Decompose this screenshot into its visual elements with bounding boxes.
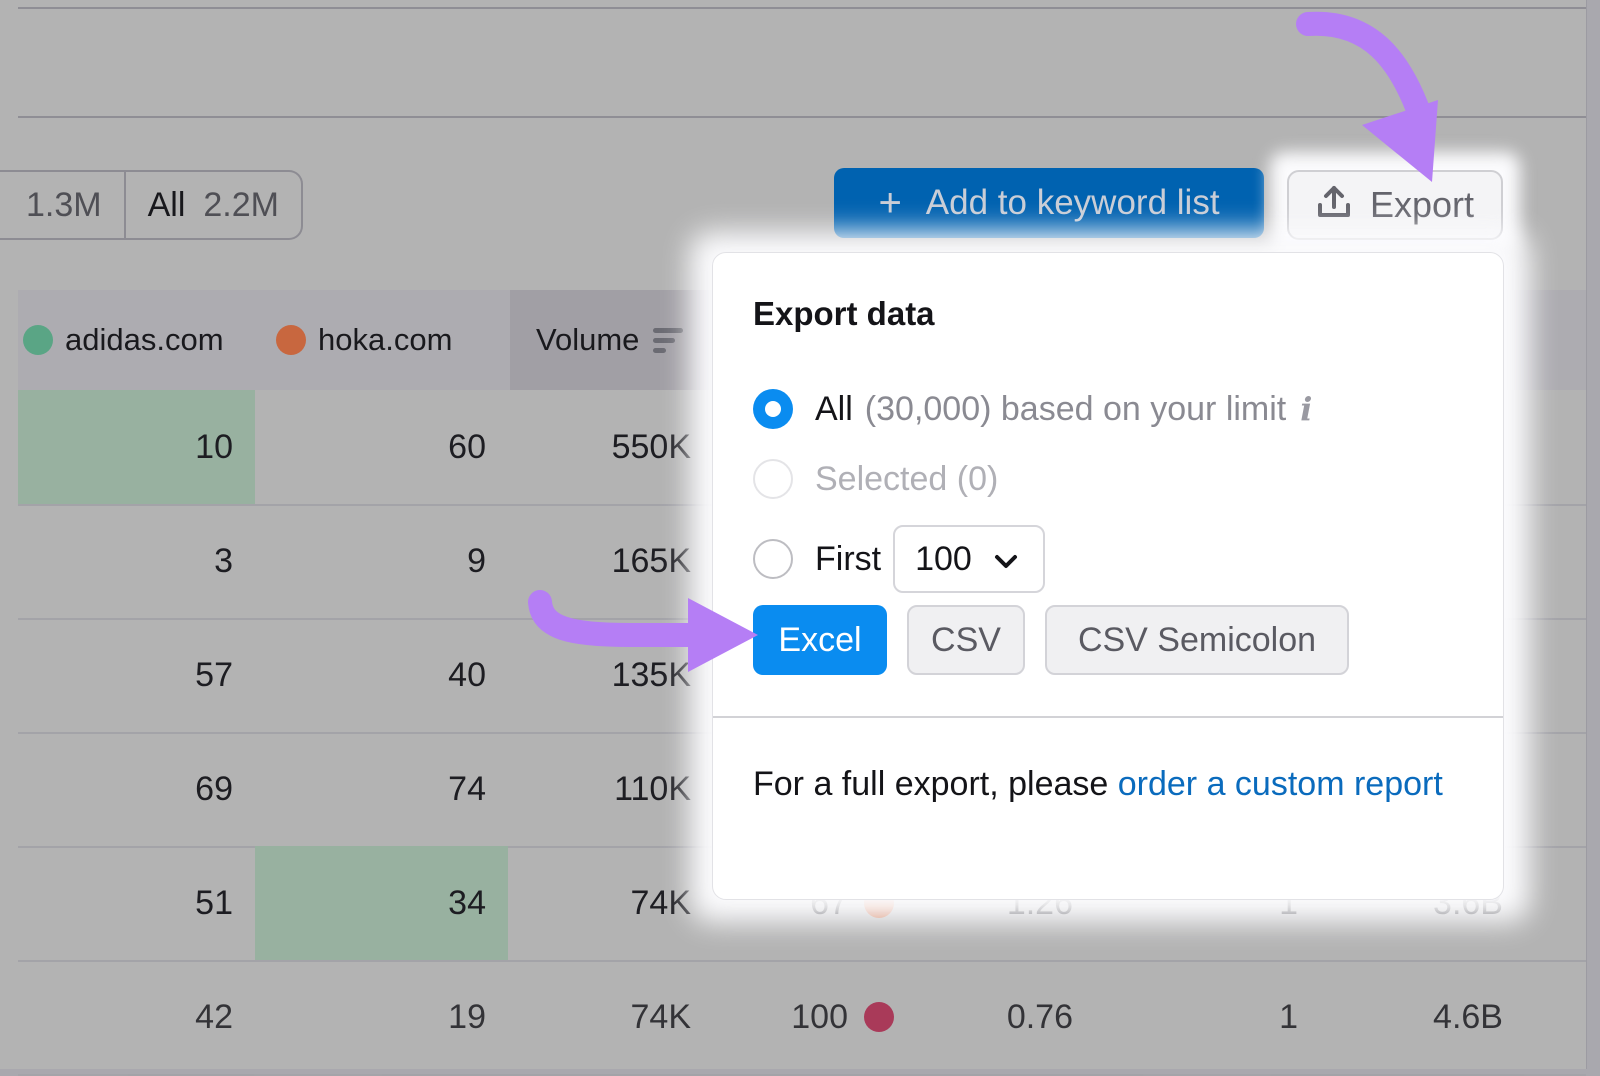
cell-volume: 74K: [508, 960, 692, 1074]
divider: [18, 7, 1586, 9]
cell-adidas-position: 69: [18, 732, 255, 846]
option-label: Selected (0): [815, 459, 999, 498]
cell-hoka-position: 74: [255, 732, 508, 846]
cell-volume: 550K: [508, 390, 691, 504]
cell-adidas-position: 10: [18, 390, 255, 504]
option-label: All: [815, 389, 853, 428]
csv-semicolon-button[interactable]: CSV Semicolon: [1045, 605, 1349, 675]
cell-value: 40: [448, 655, 486, 694]
cell-value: 69: [195, 769, 233, 808]
cell-hoka-position: 9: [255, 504, 508, 618]
excel-button[interactable]: Excel: [753, 605, 887, 675]
cell-results: 4.6B: [1398, 960, 1503, 1074]
column-header-volume[interactable]: Volume: [536, 290, 684, 390]
column-label: hoka.com: [318, 322, 453, 357]
segment-count: 2.2M: [203, 185, 279, 224]
cell-adidas-position: 57: [18, 618, 255, 732]
cell-keyword-difficulty: 100: [708, 960, 848, 1074]
radio-first[interactable]: [753, 539, 793, 579]
format-buttons: Excel CSV CSV Semicolon: [753, 605, 1349, 675]
export-button[interactable]: Export: [1287, 170, 1503, 240]
footnote-text: For a full export, please: [753, 765, 1118, 803]
cell-value: 10: [195, 427, 233, 466]
divider: [713, 716, 1503, 718]
upload-icon: [1316, 183, 1352, 228]
cell-hoka-position: 60: [255, 390, 508, 504]
cell-hoka-position: 34: [255, 846, 508, 960]
segment-label: All: [147, 185, 186, 224]
cell-adidas-position: 42: [18, 960, 255, 1074]
cell-value: 165K: [611, 541, 691, 580]
cell-value: 100: [791, 997, 848, 1036]
cell-value: 550K: [611, 427, 691, 466]
cell-value: 110K: [614, 769, 691, 808]
segment-option-all[interactable]: All 2.2M: [123, 172, 301, 238]
radio-all[interactable]: [753, 389, 793, 429]
cell-volume: 110K: [508, 732, 691, 846]
cell-hoka-position: 19: [255, 960, 508, 1074]
cell-hoka-position: 40: [255, 618, 508, 732]
cell-value: 3: [214, 541, 233, 580]
table-row[interactable]: 42 19 74K 100 0.76 1 4.6B: [18, 960, 1586, 1076]
cell-adidas-position: 51: [18, 846, 255, 960]
popup-title: Export data: [753, 295, 935, 332]
radio-selected: [753, 459, 793, 499]
export-label: Export: [1369, 184, 1475, 225]
cell-volume: 165K: [508, 504, 691, 618]
cell-value: 57: [195, 655, 233, 694]
cell-value: 19: [448, 997, 486, 1036]
cell-value: 135K: [611, 655, 691, 694]
cell-value: 74: [448, 769, 486, 808]
export-data-popup: Export data All (30,000) based on your l…: [712, 252, 1504, 900]
first-count-select[interactable]: 100: [893, 525, 1046, 593]
cell-adidas-position: 3: [18, 504, 255, 618]
cell-competition: 1: [1218, 960, 1298, 1074]
option-all[interactable]: All (30,000) based on your limit i: [753, 389, 1312, 429]
cell-volume: 135K: [508, 618, 691, 732]
column-header-adidas[interactable]: adidas.com: [23, 290, 224, 390]
cell-value: 0.76: [1006, 997, 1073, 1036]
cell-value: 34: [448, 883, 486, 922]
add-to-keyword-list-button[interactable]: + Add to keyword list: [834, 168, 1264, 238]
domain-color-dot: [23, 325, 53, 355]
option-label: First: [815, 539, 882, 578]
add-button-label: Add to keyword list: [925, 183, 1220, 222]
cell-value: 74K: [630, 997, 692, 1036]
column-label: Volume: [536, 322, 640, 357]
cell-value: 42: [195, 997, 233, 1036]
select-value: 100: [915, 539, 972, 578]
plus-icon: +: [878, 180, 902, 225]
domain-color-dot: [276, 325, 306, 355]
chevron-down-icon: [994, 540, 1018, 579]
cell-value: 1: [1279, 997, 1298, 1036]
full-export-note: For a full export, please order a custom…: [753, 759, 1453, 810]
cell-volume: 74K: [508, 846, 692, 960]
cell-cpc: 0.76: [918, 960, 1073, 1074]
difficulty-dot: [864, 1002, 894, 1032]
segment-count: 1.3M: [26, 185, 102, 224]
column-header-hoka[interactable]: hoka.com: [276, 290, 452, 390]
option-first[interactable]: First 100: [753, 525, 1046, 593]
column-label: adidas.com: [65, 322, 224, 357]
sort-icon[interactable]: [653, 327, 684, 353]
cell-value: 60: [448, 427, 486, 466]
order-custom-report-link[interactable]: order a custom report: [1118, 765, 1443, 803]
info-icon[interactable]: i: [1300, 390, 1312, 428]
option-detail: (30,000) based on your limit: [864, 389, 1287, 428]
csv-button[interactable]: CSV: [907, 605, 1025, 675]
cell-value: 4.6B: [1433, 997, 1503, 1036]
cell-value: 74K: [630, 883, 692, 922]
divider: [18, 116, 1586, 118]
cell-value: 51: [195, 883, 233, 922]
option-selected: Selected (0): [753, 459, 998, 499]
volume-filter-segments: 1.3M All 2.2M: [0, 170, 303, 240]
segment-option[interactable]: 1.3M: [0, 172, 124, 238]
cell-value: 9: [467, 541, 486, 580]
